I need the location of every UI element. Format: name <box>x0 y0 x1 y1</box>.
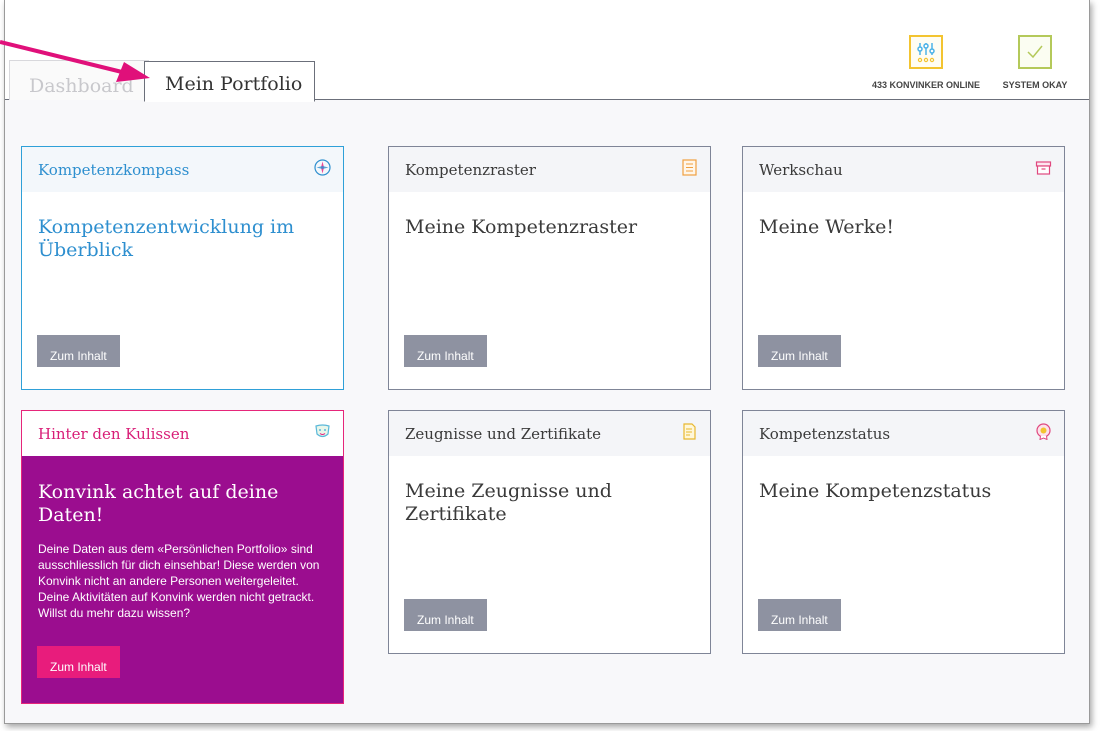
zum-inhalt-button[interactable]: Zum Inhalt <box>758 599 841 631</box>
card-title: Meine Kompetenzstatus <box>759 480 992 502</box>
status-badge-icon <box>1035 423 1052 441</box>
card-body: Meine Zeugnisse und Zertifikate Zum Inha… <box>389 456 710 698</box>
card-body: Meine Kompetenzstatus Zum Inhalt <box>743 456 1064 698</box>
card-header: Hinter den Kulissen <box>22 411 343 456</box>
mask-icon <box>314 423 331 440</box>
card-title: Meine Kompetenzraster <box>405 216 638 238</box>
zum-inhalt-button[interactable]: Zum Inhalt <box>758 335 841 367</box>
card-hinter-den-kulissen: Hinter den Kulissen Konvink achtet auf d… <box>21 410 344 704</box>
card-header: Werkschau <box>743 147 1064 192</box>
zum-inhalt-button[interactable]: Zum Inhalt <box>37 646 120 678</box>
card-kompetenzkompass: Kompetenzkompass Kompetenzentwicklung im… <box>21 146 344 390</box>
card-header: Kompetenzraster <box>389 147 710 192</box>
card-body: Konvink achtet auf deine Daten! Deine Da… <box>22 456 343 731</box>
card-werkschau: Werkschau Meine Werke! Zum Inhalt <box>742 146 1065 390</box>
card-title: Meine Zeugnisse und Zertifikate <box>405 480 612 525</box>
online-count-label: 433 KONVINKER ONLINE <box>871 80 981 90</box>
card-header-label: Werkschau <box>759 161 843 179</box>
card-title: Kompetenzentwicklung im Überblick <box>38 216 295 261</box>
card-header-label: Kompetenzkompass <box>38 161 190 179</box>
app-window: Dashboard Mein Portfolio 433 KONVINKER O… <box>4 0 1090 724</box>
card-header: Zeugnisse und Zertifikate <box>389 411 710 456</box>
card-header-label: Kompetenzraster <box>405 161 536 179</box>
card-body: Meine Werke! Zum Inhalt <box>743 192 1064 434</box>
archive-box-icon <box>1035 159 1052 176</box>
tab-dashboard[interactable]: Dashboard <box>9 60 149 100</box>
sliders-icon <box>909 35 943 69</box>
privacy-description: Deine Daten aus dem «Persönlichen Portfo… <box>38 542 320 620</box>
zum-inhalt-button[interactable]: Zum Inhalt <box>404 335 487 367</box>
system-status-label: SYSTEM OKAY <box>1002 80 1068 90</box>
checkmark-icon <box>1018 35 1052 69</box>
zum-inhalt-button[interactable]: Zum Inhalt <box>37 335 120 367</box>
card-body: Meine Kompetenzraster Zum Inhalt <box>389 192 710 434</box>
zum-inhalt-button[interactable]: Zum Inhalt <box>404 599 487 631</box>
card-header-label: Kompetenzstatus <box>759 425 891 443</box>
compass-icon <box>314 159 331 176</box>
tab-mein-portfolio[interactable]: Mein Portfolio <box>144 61 315 102</box>
card-header: Kompetenzstatus <box>743 411 1064 456</box>
grid-list-icon <box>681 159 698 176</box>
card-header-label: Hinter den Kulissen <box>38 425 190 443</box>
card-title: Konvink achtet auf deine Daten! <box>38 481 279 526</box>
card-zeugnisse-und-zertifikate: Zeugnisse und Zertifikate Meine Zeugniss… <box>388 410 711 654</box>
certificate-icon <box>681 423 698 440</box>
card-body: Kompetenzentwicklung im Überblick Zum In… <box>22 192 343 434</box>
card-kompetenzstatus: Kompetenzstatus Meine Kompetenzstatus Zu… <box>742 410 1065 654</box>
card-kompetenzraster: Kompetenzraster Meine Kompetenzraster Zu… <box>388 146 711 390</box>
top-bar: Dashboard Mein Portfolio 433 KONVINKER O… <box>5 0 1089 102</box>
card-header-label: Zeugnisse und Zertifikate <box>405 425 601 443</box>
system-status: SYSTEM OKAY <box>997 35 1073 90</box>
online-status: 433 KONVINKER ONLINE <box>871 35 981 90</box>
card-header: Kompetenzkompass <box>22 147 343 192</box>
card-title: Meine Werke! <box>759 216 894 238</box>
